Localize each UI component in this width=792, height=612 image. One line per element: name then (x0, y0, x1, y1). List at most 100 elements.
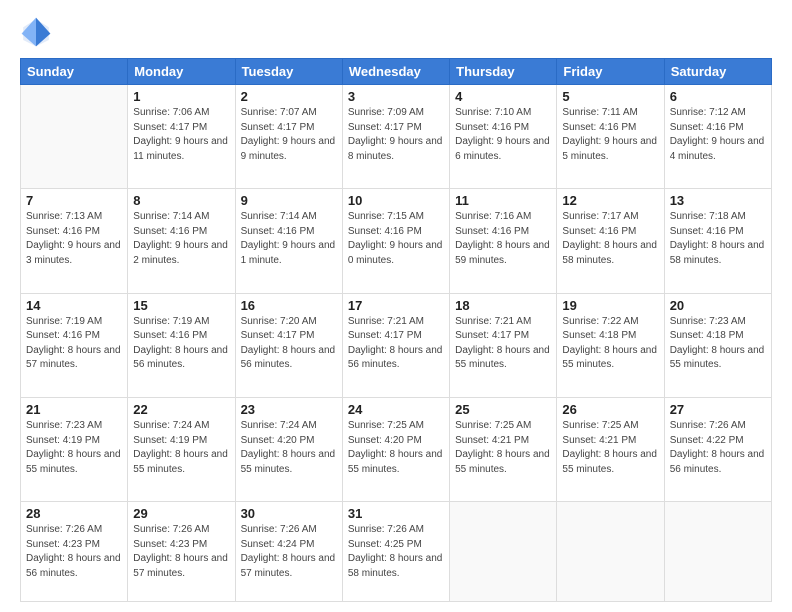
day-info: Sunrise: 7:19 AMSunset: 4:16 PMDaylight:… (133, 315, 229, 373)
weekday-header-thursday: Thursday (450, 59, 557, 85)
day-number: 7 (26, 193, 122, 208)
day-info: Sunrise: 7:12 AMSunset: 4:16 PMDaylight:… (670, 106, 766, 164)
day-info: Sunrise: 7:16 AMSunset: 4:16 PMDaylight:… (455, 210, 551, 268)
day-info: Sunrise: 7:06 AMSunset: 4:17 PMDaylight:… (133, 106, 229, 164)
calendar-cell: 30 Sunrise: 7:26 AMSunset: 4:24 PMDayligh… (235, 502, 342, 602)
day-number: 26 (562, 402, 658, 417)
day-number: 18 (455, 298, 551, 313)
day-info: Sunrise: 7:09 AMSunset: 4:17 PMDaylight:… (348, 106, 444, 164)
calendar-cell: 25Sunrise: 7:25 AMSunset: 4:21 PMDayligh… (450, 398, 557, 502)
day-number: 4 (455, 89, 551, 104)
day-info: Sunrise: 7:11 AMSunset: 4:16 PMDaylight:… (562, 106, 658, 164)
day-info: Sunrise: 7:24 AMSunset: 4:19 PMDaylight:… (133, 419, 229, 477)
day-number: 2 (241, 89, 337, 104)
calendar-cell: 24 Sunrise: 7:25 AMSunset: 4:20 PMDayligh… (342, 398, 449, 502)
day-number: 20 (670, 298, 766, 313)
calendar-week-3: 14 Sunrise: 7:19 AMSunset: 4:16 PMDayligh… (21, 293, 772, 397)
page: SundayMondayTuesdayWednesdayThursdayFrid… (0, 0, 792, 612)
calendar-cell: 29Sunrise: 7:26 AMSunset: 4:23 PMDayligh… (128, 502, 235, 602)
calendar-cell: 26 Sunrise: 7:25 AMSunset: 4:21 PMDayligh… (557, 398, 664, 502)
day-info: Sunrise: 7:07 AMSunset: 4:17 PMDaylight:… (241, 106, 337, 164)
calendar-cell: 5 Sunrise: 7:11 AMSunset: 4:16 PMDaylight… (557, 85, 664, 189)
calendar-cell: 19Sunrise: 7:22 AMSunset: 4:18 PMDayligh… (557, 293, 664, 397)
weekday-header-saturday: Saturday (664, 59, 771, 85)
calendar-cell: 23 Sunrise: 7:24 AMSunset: 4:20 PMDayligh… (235, 398, 342, 502)
day-number: 17 (348, 298, 444, 313)
calendar-cell: 3 Sunrise: 7:09 AMSunset: 4:17 PMDaylight… (342, 85, 449, 189)
day-number: 24 (348, 402, 444, 417)
day-number: 5 (562, 89, 658, 104)
day-number: 13 (670, 193, 766, 208)
calendar-cell: 1Sunrise: 7:06 AMSunset: 4:17 PMDaylight… (128, 85, 235, 189)
day-info: Sunrise: 7:20 AMSunset: 4:17 PMDaylight:… (241, 315, 337, 373)
calendar-cell: 13 Sunrise: 7:18 AMSunset: 4:16 PMDayligh… (664, 189, 771, 293)
weekday-header-row: SundayMondayTuesdayWednesdayThursdayFrid… (21, 59, 772, 85)
logo-icon (20, 16, 52, 48)
day-info: Sunrise: 7:25 AMSunset: 4:21 PMDaylight:… (455, 419, 551, 477)
day-number: 15 (133, 298, 229, 313)
weekday-header-friday: Friday (557, 59, 664, 85)
calendar-cell: 16 Sunrise: 7:20 AMSunset: 4:17 PMDayligh… (235, 293, 342, 397)
day-info: Sunrise: 7:14 AMSunset: 4:16 PMDaylight:… (133, 210, 229, 268)
day-number: 9 (241, 193, 337, 208)
weekday-header-wednesday: Wednesday (342, 59, 449, 85)
day-number: 8 (133, 193, 229, 208)
calendar-cell: 28 Sunrise: 7:26 AMSunset: 4:23 PMDayligh… (21, 502, 128, 602)
calendar-week-4: 21 Sunrise: 7:23 AMSunset: 4:19 PMDayligh… (21, 398, 772, 502)
day-number: 22 (133, 402, 229, 417)
day-number: 30 (241, 506, 337, 521)
calendar-table: SundayMondayTuesdayWednesdayThursdayFrid… (20, 58, 772, 602)
day-info: Sunrise: 7:26 AMSunset: 4:22 PMDaylight:… (670, 419, 766, 477)
day-number: 10 (348, 193, 444, 208)
calendar-cell: 6 Sunrise: 7:12 AMSunset: 4:16 PMDaylight… (664, 85, 771, 189)
calendar-cell (450, 502, 557, 602)
calendar-cell: 9 Sunrise: 7:14 AMSunset: 4:16 PMDaylight… (235, 189, 342, 293)
day-number: 6 (670, 89, 766, 104)
day-info: Sunrise: 7:26 AMSunset: 4:23 PMDaylight:… (26, 523, 122, 581)
day-info: Sunrise: 7:15 AMSunset: 4:16 PMDaylight:… (348, 210, 444, 268)
calendar-cell: 22 Sunrise: 7:24 AMSunset: 4:19 PMDayligh… (128, 398, 235, 502)
logo (20, 16, 56, 48)
day-number: 3 (348, 89, 444, 104)
calendar-cell: 21 Sunrise: 7:23 AMSunset: 4:19 PMDayligh… (21, 398, 128, 502)
day-info: Sunrise: 7:21 AMSunset: 4:17 PMDaylight:… (348, 315, 444, 373)
day-info: Sunrise: 7:26 AMSunset: 4:24 PMDaylight:… (241, 523, 337, 581)
calendar-week-5: 28 Sunrise: 7:26 AMSunset: 4:23 PMDayligh… (21, 502, 772, 602)
calendar-cell: 12 Sunrise: 7:17 AMSunset: 4:16 PMDayligh… (557, 189, 664, 293)
day-info: Sunrise: 7:23 AMSunset: 4:19 PMDaylight:… (26, 419, 122, 477)
day-info: Sunrise: 7:18 AMSunset: 4:16 PMDaylight:… (670, 210, 766, 268)
day-number: 14 (26, 298, 122, 313)
day-info: Sunrise: 7:22 AMSunset: 4:18 PMDaylight:… (562, 315, 658, 373)
day-info: Sunrise: 7:26 AMSunset: 4:25 PMDaylight:… (348, 523, 444, 581)
day-info: Sunrise: 7:25 AMSunset: 4:21 PMDaylight:… (562, 419, 658, 477)
day-info: Sunrise: 7:17 AMSunset: 4:16 PMDaylight:… (562, 210, 658, 268)
day-number: 23 (241, 402, 337, 417)
calendar-cell (21, 85, 128, 189)
calendar-cell: 31Sunrise: 7:26 AMSunset: 4:25 PMDayligh… (342, 502, 449, 602)
weekday-header-sunday: Sunday (21, 59, 128, 85)
day-info: Sunrise: 7:25 AMSunset: 4:20 PMDaylight:… (348, 419, 444, 477)
calendar-cell: 18Sunrise: 7:21 AMSunset: 4:17 PMDayligh… (450, 293, 557, 397)
day-info: Sunrise: 7:19 AMSunset: 4:16 PMDaylight:… (26, 315, 122, 373)
day-number: 27 (670, 402, 766, 417)
calendar-cell: 7Sunrise: 7:13 AMSunset: 4:16 PMDaylight… (21, 189, 128, 293)
day-number: 16 (241, 298, 337, 313)
day-info: Sunrise: 7:10 AMSunset: 4:16 PMDaylight:… (455, 106, 551, 164)
day-info: Sunrise: 7:24 AMSunset: 4:20 PMDaylight:… (241, 419, 337, 477)
calendar-cell (557, 502, 664, 602)
calendar-cell: 15 Sunrise: 7:19 AMSunset: 4:16 PMDayligh… (128, 293, 235, 397)
calendar-week-2: 7Sunrise: 7:13 AMSunset: 4:16 PMDaylight… (21, 189, 772, 293)
calendar-cell: 14 Sunrise: 7:19 AMSunset: 4:16 PMDayligh… (21, 293, 128, 397)
day-number: 21 (26, 402, 122, 417)
calendar-week-1: 1Sunrise: 7:06 AMSunset: 4:17 PMDaylight… (21, 85, 772, 189)
calendar-cell: 8 Sunrise: 7:14 AMSunset: 4:16 PMDaylight… (128, 189, 235, 293)
day-info: Sunrise: 7:14 AMSunset: 4:16 PMDaylight:… (241, 210, 337, 268)
day-info: Sunrise: 7:26 AMSunset: 4:23 PMDaylight:… (133, 523, 229, 581)
weekday-header-monday: Monday (128, 59, 235, 85)
day-number: 28 (26, 506, 122, 521)
calendar-cell: 17 Sunrise: 7:21 AMSunset: 4:17 PMDayligh… (342, 293, 449, 397)
calendar-cell: 4 Sunrise: 7:10 AMSunset: 4:16 PMDaylight… (450, 85, 557, 189)
calendar-cell (664, 502, 771, 602)
calendar-cell: 2 Sunrise: 7:07 AMSunset: 4:17 PMDaylight… (235, 85, 342, 189)
day-number: 12 (562, 193, 658, 208)
